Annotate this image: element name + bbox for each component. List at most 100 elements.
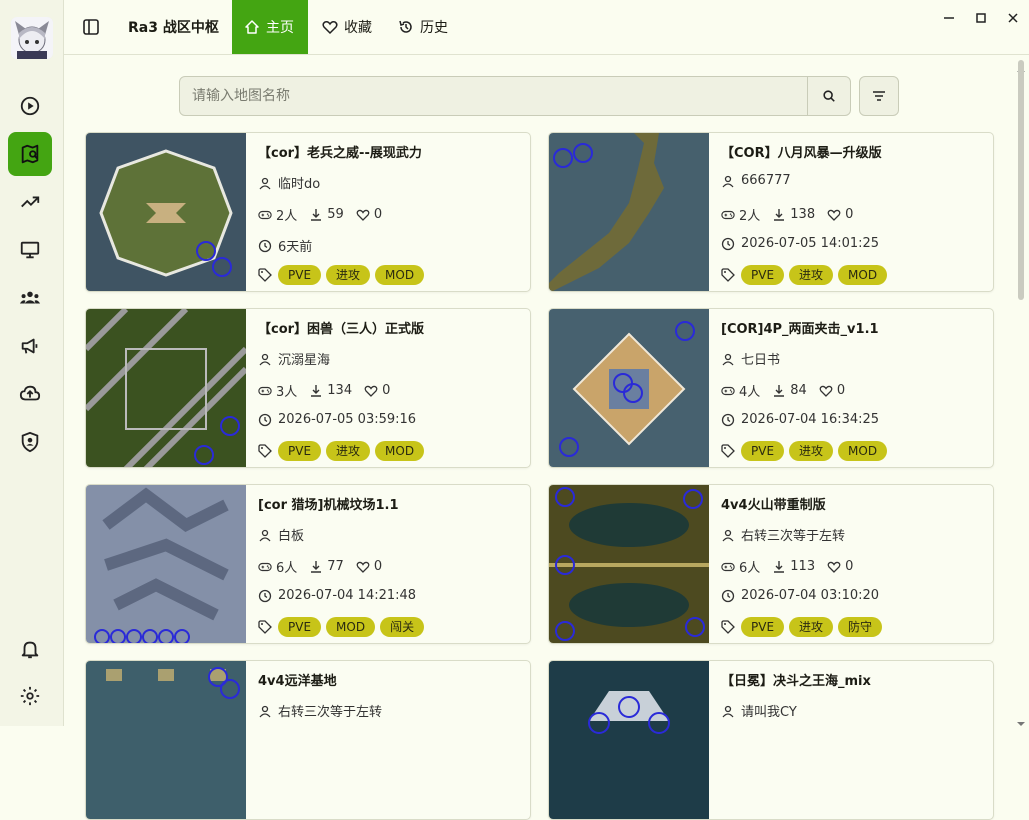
map-tag[interactable]: PVE bbox=[741, 617, 785, 637]
user-icon bbox=[259, 353, 271, 365]
map-tag[interactable]: MOD bbox=[326, 617, 376, 637]
nav-admin[interactable] bbox=[8, 420, 52, 464]
map-thumbnail[interactable] bbox=[549, 133, 709, 291]
map-author-row: 右转三次等于左转 bbox=[258, 701, 382, 720]
nav-maps[interactable] bbox=[8, 132, 52, 176]
nav-play[interactable] bbox=[8, 84, 52, 128]
map-card[interactable]: 【cor】老兵之威--展现武力 临时do 2人 59 0 6天前 PVE 进攻 MOD bbox=[85, 132, 531, 292]
map-title[interactable]: 【日冕】决斗之王海_mix bbox=[721, 670, 871, 689]
map-thumbnail[interactable] bbox=[86, 485, 246, 643]
map-tag[interactable]: PVE bbox=[278, 441, 322, 461]
tag-icon bbox=[721, 620, 735, 634]
map-card[interactable]: 4v4火山带重制版 右转三次等于左转 6人 113 0 2026-07-04 03… bbox=[548, 484, 994, 644]
map-card[interactable]: 4v4远洋基地右转三次等于左转 bbox=[85, 660, 531, 820]
nav-notifications[interactable] bbox=[8, 627, 52, 671]
map-thumbnail[interactable] bbox=[86, 309, 246, 467]
sidebar-toggle-button[interactable] bbox=[81, 17, 101, 37]
scroll-down-arrow[interactable] bbox=[1016, 712, 1026, 726]
like-count[interactable]: 0 bbox=[356, 207, 382, 222]
map-card[interactable]: 【COR】八月风暴—升级版 666777 2人 138 0 2026-07-05 … bbox=[548, 132, 994, 292]
map-title[interactable]: 【cor】老兵之威--展现武力 bbox=[258, 142, 422, 161]
map-tag[interactable]: MOD bbox=[375, 265, 425, 285]
map-title[interactable]: 4v4远洋基地 bbox=[258, 670, 337, 689]
map-tag[interactable]: MOD bbox=[838, 265, 888, 285]
minimize-icon bbox=[944, 17, 954, 19]
minimize-button[interactable] bbox=[941, 10, 957, 26]
download-icon bbox=[774, 560, 785, 573]
like-count[interactable]: 0 bbox=[827, 207, 853, 222]
map-tag[interactable]: 进攻 bbox=[789, 265, 834, 285]
map-tags-row: PVE 进攻 MOD bbox=[721, 441, 892, 461]
map-title[interactable]: 【cor】困兽（三人）正式版 bbox=[258, 318, 424, 337]
heart-icon bbox=[356, 209, 370, 221]
map-thumbnail[interactable] bbox=[86, 661, 246, 819]
nav-monitor[interactable] bbox=[8, 228, 52, 272]
map-card[interactable]: 【日冕】决斗之王海_mix 请叫我CY bbox=[548, 660, 994, 820]
map-tag[interactable]: MOD bbox=[375, 441, 425, 461]
map-author: 右转三次等于左转 bbox=[741, 529, 846, 544]
map-tag[interactable]: 闯关 bbox=[380, 617, 425, 637]
close-icon bbox=[1008, 13, 1018, 23]
map-stats-row: 2人 138 0 bbox=[721, 205, 865, 224]
map-title[interactable]: 【COR】八月风暴—升级版 bbox=[721, 142, 882, 161]
map-tag[interactable]: PVE bbox=[278, 265, 322, 285]
nav-upload[interactable] bbox=[8, 372, 52, 416]
clock-icon bbox=[721, 589, 735, 602]
heart-icon bbox=[322, 21, 338, 35]
like-count[interactable]: 0 bbox=[819, 383, 845, 398]
map-title[interactable]: [cor 猎场]机械坟场1.1 bbox=[258, 494, 399, 513]
tab-history[interactable]: 历史 bbox=[386, 0, 460, 54]
nav-group[interactable] bbox=[8, 276, 52, 320]
map-time-row: 2026-07-05 14:01:25 bbox=[721, 236, 879, 251]
tab-home[interactable]: 主页 bbox=[232, 0, 308, 54]
map-title[interactable]: [COR]4P_两面夹击_v1.1 bbox=[721, 318, 879, 337]
map-tag[interactable]: PVE bbox=[278, 617, 322, 637]
map-tags-row: PVE MOD 闯关 bbox=[258, 617, 429, 637]
megaphone-icon bbox=[21, 338, 38, 354]
heart-icon bbox=[819, 385, 833, 397]
map-tag[interactable]: 进攻 bbox=[789, 441, 834, 461]
clock-icon bbox=[258, 589, 272, 602]
map-card[interactable]: 【cor】困兽（三人）正式版 沉溺星海 3人 134 0 2026-07-05 0… bbox=[85, 308, 531, 468]
map-thumbnail[interactable] bbox=[549, 661, 709, 819]
map-author-row: 666777 bbox=[721, 173, 791, 188]
map-tag[interactable]: 进攻 bbox=[326, 265, 371, 285]
user-icon bbox=[722, 353, 734, 365]
search-button[interactable] bbox=[807, 77, 850, 115]
nav-announce[interactable] bbox=[8, 324, 52, 368]
nav-settings[interactable] bbox=[8, 674, 52, 718]
close-button[interactable] bbox=[1005, 10, 1021, 26]
map-tag[interactable]: 进攻 bbox=[789, 617, 834, 637]
map-tag[interactable]: MOD bbox=[838, 441, 888, 461]
map-tag[interactable]: 进攻 bbox=[326, 441, 371, 461]
map-tag[interactable]: 防守 bbox=[838, 617, 883, 637]
map-card[interactable]: [cor 猎场]机械坟场1.1 白板 6人 77 0 2026-07-04 14:… bbox=[85, 484, 531, 644]
search-input[interactable] bbox=[180, 77, 808, 115]
avatar[interactable] bbox=[11, 17, 53, 59]
maximize-button[interactable] bbox=[973, 10, 989, 26]
filter-button[interactable] bbox=[859, 76, 899, 116]
gamepad-icon bbox=[258, 210, 272, 219]
map-title[interactable]: 4v4火山带重制版 bbox=[721, 494, 826, 513]
map-thumbnail[interactable] bbox=[549, 309, 709, 467]
map-author: 666777 bbox=[741, 173, 791, 188]
map-tag[interactable]: PVE bbox=[741, 265, 785, 285]
scrollbar-thumb[interactable] bbox=[1018, 60, 1024, 300]
player-count: 2人 bbox=[258, 205, 297, 224]
map-thumbnail[interactable] bbox=[86, 133, 246, 291]
like-count[interactable]: 0 bbox=[364, 383, 390, 398]
like-count[interactable]: 0 bbox=[827, 559, 853, 574]
nav-trending[interactable] bbox=[8, 180, 52, 224]
map-author: 请叫我CY bbox=[741, 705, 797, 720]
gamepad-icon bbox=[721, 210, 735, 219]
clock-icon bbox=[721, 413, 735, 426]
heart-icon bbox=[827, 209, 841, 221]
clock-icon bbox=[258, 413, 272, 426]
like-count[interactable]: 0 bbox=[356, 559, 382, 574]
player-count: 3人 bbox=[258, 381, 297, 400]
map-thumbnail[interactable] bbox=[549, 485, 709, 643]
map-tag[interactable]: PVE bbox=[741, 441, 785, 461]
tab-favorites[interactable]: 收藏 bbox=[310, 0, 384, 54]
tag-icon bbox=[258, 268, 272, 282]
map-card[interactable]: [COR]4P_两面夹击_v1.1 七日书 4人 84 0 2026-07-04 … bbox=[548, 308, 994, 468]
